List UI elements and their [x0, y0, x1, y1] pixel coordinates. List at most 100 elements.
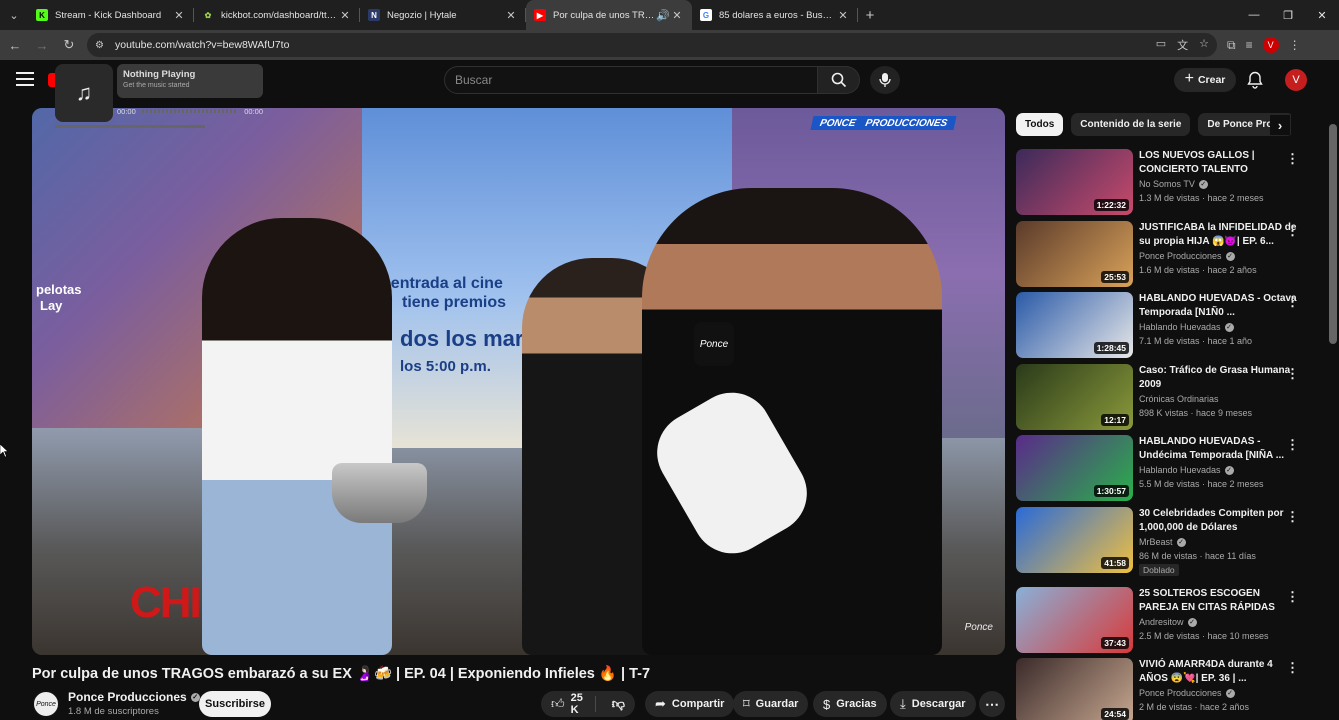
notifications-bell-icon[interactable]: [1247, 71, 1263, 89]
recommended-title[interactable]: Caso: Tráfico de Grasa Humana 2009: [1139, 364, 1299, 392]
like-button[interactable]: 👍︎ 25 K: [541, 692, 596, 716]
recommended-title[interactable]: JUSTIFICABA la INFIDELIDAD de su propia …: [1139, 221, 1299, 249]
tab-close-icon[interactable]: ✕: [172, 9, 186, 22]
video-thumbnail[interactable]: 1:22:32: [1016, 149, 1133, 215]
dislike-button[interactable]: 👎︎: [602, 696, 635, 712]
search-button[interactable]: [818, 66, 860, 94]
tab-close-icon[interactable]: ✕: [836, 9, 850, 22]
cast-icon[interactable]: ▭: [1156, 37, 1166, 53]
recommended-channel[interactable]: Hablando Huevadas ✓: [1139, 465, 1234, 475]
duration-badge: 25:53: [1101, 271, 1129, 283]
time-start: 00:00: [117, 106, 136, 116]
browser-tab[interactable]: ✿ kickbot.com/dashboard/tts/cor ✕: [194, 0, 360, 30]
now-playing-line: [55, 125, 205, 128]
restore-icon[interactable]: ❐: [1271, 0, 1305, 30]
video-thumbnail[interactable]: 24:54: [1016, 658, 1133, 720]
video-thumbnail[interactable]: 1:30:57: [1016, 435, 1133, 501]
thanks-icon: $: [823, 696, 831, 712]
recommended-channel[interactable]: Ponce Producciones ✓: [1139, 251, 1235, 261]
progress-track[interactable]: [141, 109, 239, 113]
recommended-video[interactable]: 37:43 25 SOLTEROS ESCOGEN PAREJA EN CITAS…: [1016, 587, 1316, 653]
save-button[interactable]: ⌑ Guardar: [733, 691, 809, 717]
browser-menu-icon[interactable]: ⋮: [1289, 38, 1301, 52]
filter-chip[interactable]: Contenido de la serie: [1071, 113, 1191, 136]
guide-menu-icon[interactable]: [16, 72, 34, 86]
recommended-channel[interactable]: Ponce Producciones ✓: [1139, 688, 1235, 698]
tab-close-icon[interactable]: ✕: [338, 9, 352, 22]
bookmark-star-icon[interactable]: ☆: [1199, 37, 1209, 53]
voice-search-button[interactable]: [870, 66, 900, 94]
video-menu-icon[interactable]: ⋮: [1286, 151, 1299, 167]
recommended-video[interactable]: 41:58 30 Celebridades Compiten por 1,000,…: [1016, 507, 1316, 576]
recommended-title[interactable]: HABLANDO HUEVADAS - Octava Temporada [N1…: [1139, 292, 1299, 320]
video-player[interactable]: Tu entrada al cine tiene premios dos los…: [32, 108, 1005, 655]
video-thumbnail[interactable]: 37:43: [1016, 587, 1133, 653]
recommended-video[interactable]: 25:53 JUSTIFICABA la INFIDELIDAD de su pr…: [1016, 221, 1316, 287]
tab-strip: ⌄ K Stream - Kick Dashboard ✕ ✿ kickbot.com/…: [0, 0, 1339, 30]
recommended-video[interactable]: 1:30:57 HABLANDO HUEVADAS - Undécima Temp…: [1016, 435, 1316, 501]
video-menu-icon[interactable]: ⋮: [1286, 589, 1299, 605]
browser-tab[interactable]: ▶ Por culpa de unos TRAGOS🔊✕: [526, 0, 692, 30]
tab-close-icon[interactable]: ✕: [670, 9, 684, 22]
tab-search-icon[interactable]: ⌄: [0, 0, 28, 30]
video-menu-icon[interactable]: ⋮: [1286, 437, 1299, 453]
back-icon[interactable]: ←: [3, 33, 27, 57]
recommended-title[interactable]: 30 Celebridades Compiten por 1,000,000 d…: [1139, 507, 1299, 535]
recommended-channel[interactable]: No Somos TV ✓: [1139, 179, 1208, 189]
extensions-icon[interactable]: ⧉: [1227, 38, 1236, 53]
channel-avatar[interactable]: Ponce: [32, 690, 60, 718]
recommended-title[interactable]: LOS NUEVOS GALLOS | CONCIERTO TALENTO: [1139, 149, 1299, 177]
media-control-icon[interactable]: ≡: [1246, 38, 1253, 52]
recommended-video[interactable]: 1:28:45 HABLANDO HUEVADAS - Octava Tempor…: [1016, 292, 1316, 358]
more-actions-button[interactable]: ⋯: [979, 691, 1005, 717]
recommended-video[interactable]: 12:17 Caso: Tráfico de Grasa Humana 2009 C…: [1016, 364, 1316, 430]
recommended-title[interactable]: HABLANDO HUEVADAS - Undécima Temporada […: [1139, 435, 1299, 463]
thanks-button[interactable]: $ Gracias: [813, 691, 887, 717]
recommended-video[interactable]: 1:22:32 LOS NUEVOS GALLOS | CONCIERTO TAL…: [1016, 149, 1316, 215]
download-button[interactable]: ⤓ Descargar: [890, 691, 976, 717]
tab-favicon-icon: ✿: [202, 9, 214, 21]
reload-icon[interactable]: ↻: [57, 33, 81, 57]
browser-tab[interactable]: K Stream - Kick Dashboard ✕: [28, 0, 194, 30]
recommended-title[interactable]: VIVIÓ AMARR4DA durante 4 AÑOS 😨💘| EP. 36…: [1139, 658, 1299, 686]
recommended-title[interactable]: 25 SOLTEROS ESCOGEN PAREJA EN CITAS RÁPI…: [1139, 587, 1299, 615]
browser-toolbar: ← → ↻ ⚙ youtube.com/watch?v=bew8WAfU7to …: [0, 30, 1339, 60]
popcorn-pot: [332, 463, 427, 523]
site-info-icon[interactable]: ⚙: [95, 40, 109, 51]
address-bar[interactable]: ⚙ youtube.com/watch?v=bew8WAfU7to ▭ 文 ☆: [87, 33, 1217, 57]
video-menu-icon[interactable]: ⋮: [1286, 509, 1299, 525]
new-tab-button[interactable]: +: [858, 0, 882, 30]
account-avatar[interactable]: V: [1285, 69, 1307, 91]
recommended-video[interactable]: 24:54 VIVIÓ AMARR4DA durante 4 AÑOS 😨💘| E…: [1016, 658, 1316, 720]
tab-audio-icon[interactable]: 🔊: [656, 9, 670, 22]
profile-avatar[interactable]: V: [1262, 37, 1279, 53]
search-input[interactable]: Buscar: [444, 66, 818, 94]
recommended-channel[interactable]: MrBeast ✓: [1139, 537, 1186, 547]
share-button[interactable]: ➦ Compartir: [645, 691, 735, 717]
chips-next-icon[interactable]: ›: [1270, 115, 1290, 135]
video-menu-icon[interactable]: ⋮: [1286, 366, 1299, 382]
browser-tab[interactable]: G 85 dolares a euros - Buscar con✕: [692, 0, 858, 30]
video-thumbnail[interactable]: 41:58: [1016, 507, 1133, 573]
recommended-channel[interactable]: Hablando Huevadas ✓: [1139, 322, 1234, 332]
create-button[interactable]: + Crear: [1174, 68, 1236, 92]
video-menu-icon[interactable]: ⋮: [1286, 223, 1299, 239]
tab-close-icon[interactable]: ✕: [504, 9, 518, 22]
video-menu-icon[interactable]: ⋮: [1286, 660, 1299, 676]
channel-name[interactable]: Ponce Producciones ✓: [68, 690, 200, 704]
close-window-icon[interactable]: ✕: [1305, 0, 1339, 30]
translate-icon[interactable]: 文: [1177, 37, 1188, 53]
subscribe-button[interactable]: Suscribirse: [199, 691, 271, 717]
video-thumbnail[interactable]: 12:17: [1016, 364, 1133, 430]
video-thumbnail[interactable]: 1:28:45: [1016, 292, 1133, 358]
filter-chip[interactable]: Todos: [1016, 113, 1064, 136]
browser-tab[interactable]: N Negozio | Hytale ✕: [360, 0, 526, 30]
forward-icon[interactable]: →: [30, 33, 54, 57]
video-menu-icon[interactable]: ⋮: [1286, 294, 1299, 310]
video-thumbnail[interactable]: 25:53: [1016, 221, 1133, 287]
recommended-channel[interactable]: Andresitow ✓: [1139, 617, 1197, 627]
tab-title: Stream - Kick Dashboard: [55, 9, 162, 21]
page-scrollbar[interactable]: [1329, 124, 1337, 344]
minimize-icon[interactable]: —: [1237, 0, 1271, 30]
recommended-channel[interactable]: Crónicas Ordinarias: [1139, 394, 1219, 404]
